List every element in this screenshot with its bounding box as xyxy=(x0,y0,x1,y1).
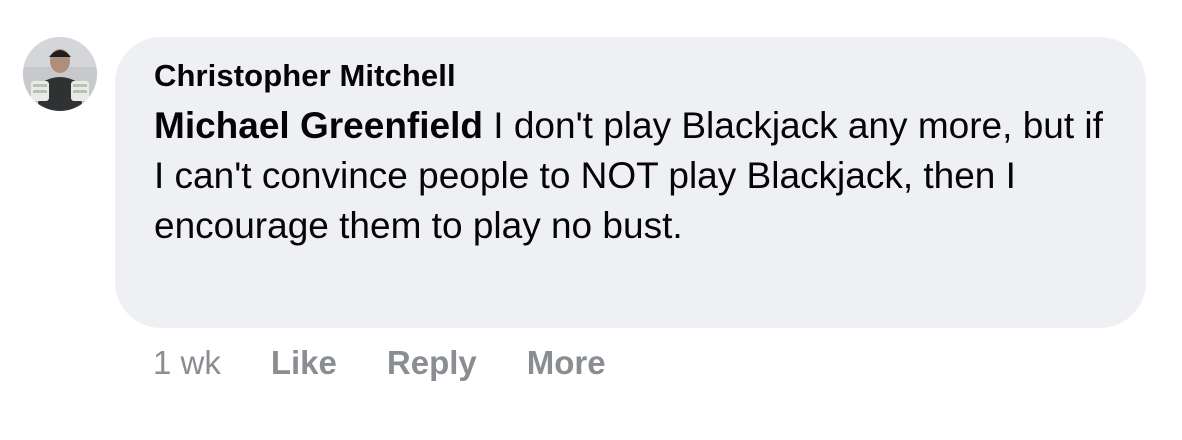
like-button[interactable]: Like xyxy=(271,344,337,382)
comment-author[interactable]: Christopher Mitchell xyxy=(154,57,1106,95)
user-avatar-photo-icon xyxy=(23,37,97,111)
comment-timestamp[interactable]: 1 wk xyxy=(153,344,221,382)
reply-button[interactable]: Reply xyxy=(387,344,477,382)
comment-text: Michael Greenfield I don't play Blackjac… xyxy=(154,101,1106,251)
more-button[interactable]: More xyxy=(527,344,606,382)
comment: Christopher Mitchell Michael Greenfield … xyxy=(0,0,1182,440)
comment-bubble: Christopher Mitchell Michael Greenfield … xyxy=(115,37,1146,328)
avatar[interactable] xyxy=(23,37,97,111)
comment-actions: 1 wk Like Reply More xyxy=(153,340,656,386)
mention-link[interactable]: Michael Greenfield xyxy=(154,105,483,146)
